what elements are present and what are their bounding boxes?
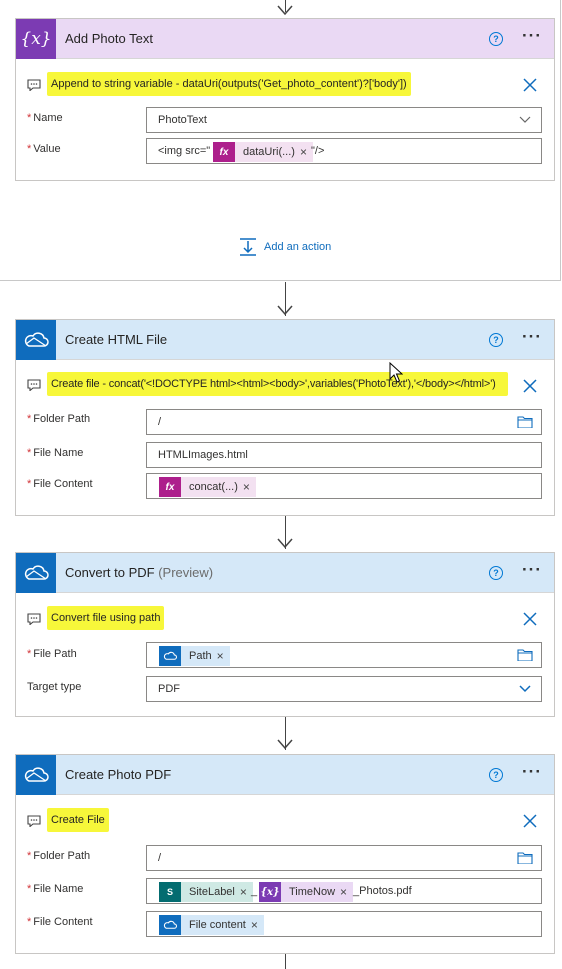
file-name-input[interactable]: HTMLImages.html	[146, 442, 542, 468]
comment-text[interactable]: Convert file using path	[47, 606, 165, 630]
more-options-icon[interactable]: ···	[522, 27, 542, 44]
sharepoint-icon: S	[159, 882, 181, 902]
arrow-down-icon	[277, 538, 293, 549]
name-select[interactable]: PhotoText	[146, 107, 542, 133]
more-options-icon[interactable]: ···	[522, 328, 542, 345]
file-path-label: * File Path	[27, 648, 77, 660]
card-title: Convert to PDF (Preview)	[65, 565, 214, 580]
file-path-input[interactable]: Path ×	[146, 642, 542, 668]
onedrive-icon	[159, 646, 181, 666]
remove-token-icon[interactable]: ×	[243, 480, 256, 494]
remove-token-icon[interactable]: ×	[340, 885, 353, 899]
card-convert-to-pdf: Convert to PDF (Preview) ? ··· Convert f…	[15, 552, 555, 717]
arrow-down-icon	[277, 305, 293, 316]
chevron-down-icon	[519, 685, 531, 693]
comment-text[interactable]: Append to string variable - dataUri(outp…	[47, 72, 411, 96]
folder-path-label: * Folder Path	[27, 413, 91, 425]
file-content-label: * File Content	[27, 916, 93, 928]
comment-icon[interactable]	[27, 815, 41, 827]
expression-token[interactable]: fx concat(...) ×	[159, 477, 256, 497]
dynamic-content-token[interactable]: S SiteLabel ×	[159, 882, 253, 902]
arrow-down-icon	[277, 739, 293, 750]
folder-icon[interactable]	[517, 416, 533, 428]
connector-line	[285, 954, 286, 969]
variable-icon: {x}	[16, 19, 56, 59]
variable-icon: {x}	[259, 882, 281, 902]
preview-tag: (Preview)	[158, 565, 214, 580]
comment-text[interactable]: Create File	[47, 808, 109, 832]
comment-icon[interactable]	[27, 613, 41, 625]
comment-text[interactable]: Create file - concat('<!DOCTYPE html><ht…	[47, 372, 508, 396]
card-create-html-file: Create HTML File ? ··· Create file - con…	[15, 319, 555, 516]
add-action-icon	[240, 238, 256, 256]
card-title: Add Photo Text	[65, 31, 153, 46]
folder-icon[interactable]	[517, 649, 533, 661]
folder-path-input[interactable]: /	[146, 845, 542, 871]
card-header[interactable]: Create HTML File ? ···	[16, 320, 554, 360]
expression-token[interactable]: fx dataUri(...) ×	[213, 142, 313, 162]
mouse-cursor-icon	[389, 362, 403, 383]
card-title: Create Photo PDF	[65, 767, 172, 782]
file-content-input[interactable]: File content ×	[146, 911, 542, 937]
comment-icon[interactable]	[27, 79, 41, 91]
file-content-label: * File Content	[27, 478, 93, 490]
onedrive-icon	[16, 553, 56, 593]
dynamic-content-token[interactable]: Path ×	[159, 646, 230, 666]
remove-token-icon[interactable]: ×	[251, 918, 264, 932]
file-name-label: * File Name	[27, 447, 84, 459]
close-icon[interactable]	[523, 379, 537, 393]
onedrive-icon	[16, 755, 56, 795]
folder-path-input[interactable]: /	[146, 409, 542, 435]
comment-icon[interactable]	[27, 379, 41, 391]
target-type-label: Target type	[27, 681, 82, 693]
help-icon[interactable]: ?	[489, 768, 503, 782]
value-input[interactable]: <img src=" fx dataUri(...) × "/>	[146, 138, 542, 164]
card-header[interactable]: Create Photo PDF ? ···	[16, 755, 554, 795]
close-icon[interactable]	[523, 78, 537, 92]
fx-icon: fx	[159, 477, 181, 497]
file-name-label: * File Name	[27, 883, 84, 895]
card-header[interactable]: Convert to PDF (Preview) ? ···	[16, 553, 554, 593]
remove-token-icon[interactable]: ×	[217, 649, 230, 663]
close-icon[interactable]	[523, 612, 537, 626]
chevron-down-icon	[519, 116, 531, 123]
close-icon[interactable]	[523, 814, 537, 828]
onedrive-icon	[159, 915, 181, 935]
more-options-icon[interactable]: ···	[522, 763, 542, 780]
help-icon[interactable]: ?	[489, 566, 503, 580]
value-label: * Value	[27, 143, 61, 155]
fx-icon: fx	[213, 142, 235, 162]
card-create-photo-pdf: Create Photo PDF ? ··· Create File * Fold…	[15, 754, 555, 954]
help-icon[interactable]: ?	[489, 32, 503, 46]
help-icon[interactable]: ?	[489, 333, 503, 347]
target-type-select[interactable]: PDF	[146, 676, 542, 702]
dynamic-content-token[interactable]: File content ×	[159, 915, 264, 935]
onedrive-icon	[16, 320, 56, 360]
add-action-button[interactable]: Add an action	[238, 238, 331, 256]
more-options-icon[interactable]: ···	[522, 561, 542, 578]
folder-path-label: * Folder Path	[27, 850, 91, 862]
name-label: * Name	[27, 112, 63, 124]
variable-token[interactable]: {x} TimeNow ×	[259, 882, 354, 902]
card-add-photo-text: {x} Add Photo Text ? ··· Append to strin…	[15, 18, 555, 181]
card-header[interactable]: {x} Add Photo Text ? ···	[16, 19, 554, 59]
folder-icon[interactable]	[517, 852, 533, 864]
card-title: Create HTML File	[65, 332, 168, 347]
file-content-input[interactable]: fx concat(...) ×	[146, 473, 542, 499]
file-name-input[interactable]: S SiteLabel × _ {x} TimeNow × _Photos.pd…	[146, 878, 542, 904]
